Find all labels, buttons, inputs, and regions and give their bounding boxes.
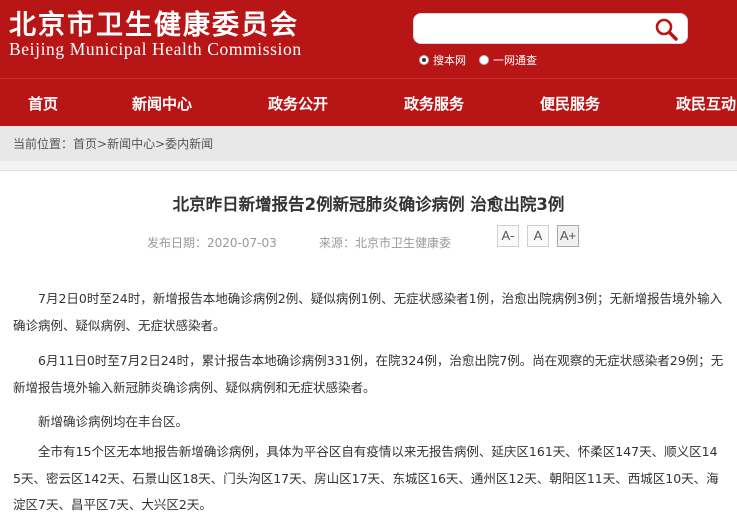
nav-item-interaction[interactable]: 政民互动 <box>676 93 736 114</box>
nav-item-public-services[interactable]: 便民服务 <box>540 93 600 114</box>
site-header: 北京市卫生健康委员会 Beijing Municipal Health Comm… <box>0 0 737 78</box>
nav-item-gov-services[interactable]: 政务服务 <box>404 93 464 114</box>
breadcrumb-prefix: 当前位置： <box>13 137 74 151</box>
nav-item-home[interactable]: 首页 <box>28 93 58 114</box>
article-paragraph-4: 全市有15个区无本地报告新增确诊病例，具体为平谷区自有疫情以来无报告病例、延庆区… <box>13 444 719 512</box>
font-size-decrease-label: A- <box>501 228 515 243</box>
breadcrumb: 当前位置：首页>新闻中心>委内新闻 <box>13 135 213 152</box>
article-paragraph-3: 新增确诊病例均在丰台区。 <box>38 414 189 429</box>
font-size-decrease-button[interactable]: A- <box>497 225 519 247</box>
font-size-increase-label: A+ <box>559 228 577 243</box>
breadcrumb-link-internal-news[interactable]: 委内新闻 <box>165 137 213 151</box>
breadcrumb-separator: > <box>155 137 166 151</box>
breadcrumb-separator: > <box>97 137 108 151</box>
article-card: 北京昨日新增报告2例新冠肺炎确诊病例 治愈出院3例 发布日期：2020-07-0… <box>0 170 737 531</box>
scope-portal-label: 一网通查 <box>493 54 537 67</box>
scope-site-option[interactable]: 搜本网 <box>419 52 466 68</box>
scope-site-radio[interactable] <box>419 55 429 65</box>
article-title: 北京昨日新增报告2例新冠肺炎确诊病例 治愈出院3例 <box>172 195 565 214</box>
site-logo-chinese[interactable]: 北京市卫生健康委员会 <box>9 3 299 42</box>
site-logo-english[interactable]: Beijing Municipal Health Commission <box>9 39 302 60</box>
scope-portal-radio[interactable] <box>479 55 489 65</box>
nav-item-news[interactable]: 新闻中心 <box>132 93 192 114</box>
search-icon[interactable] <box>654 17 679 42</box>
search-input[interactable] <box>422 17 651 42</box>
breadcrumb-link-home[interactable]: 首页 <box>73 137 97 151</box>
breadcrumb-bar: 当前位置：首页>新闻中心>委内新闻 <box>0 126 737 161</box>
breadcrumb-link-news[interactable]: 新闻中心 <box>107 137 155 151</box>
article-paragraph-1: 7月2日0时至24时，新增报告本地确诊病例2例、疑似病例1例、无症状感染者1例，… <box>13 291 723 333</box>
nav-item-gov-disclosure[interactable]: 政务公开 <box>268 93 328 114</box>
article-paragraph-2: 6月11日0时至7月2日24时，累计报告本地确诊病例331例，在院324例，治愈… <box>13 353 724 395</box>
scope-portal-option[interactable]: 一网通查 <box>479 52 537 68</box>
article-source: 来源：北京市卫生健康委 <box>319 236 452 250</box>
font-size-normal-button[interactable]: A <box>527 225 549 247</box>
font-size-increase-button[interactable]: A+ <box>557 225 579 247</box>
search-box <box>413 13 688 44</box>
publish-date: 发布日期：2020-07-03 <box>147 236 277 250</box>
font-size-normal-label: A <box>533 228 543 243</box>
main-nav: 首页 新闻中心 政务公开 政务服务 便民服务 政民互动 <box>0 78 737 126</box>
scope-site-label: 搜本网 <box>433 54 466 67</box>
